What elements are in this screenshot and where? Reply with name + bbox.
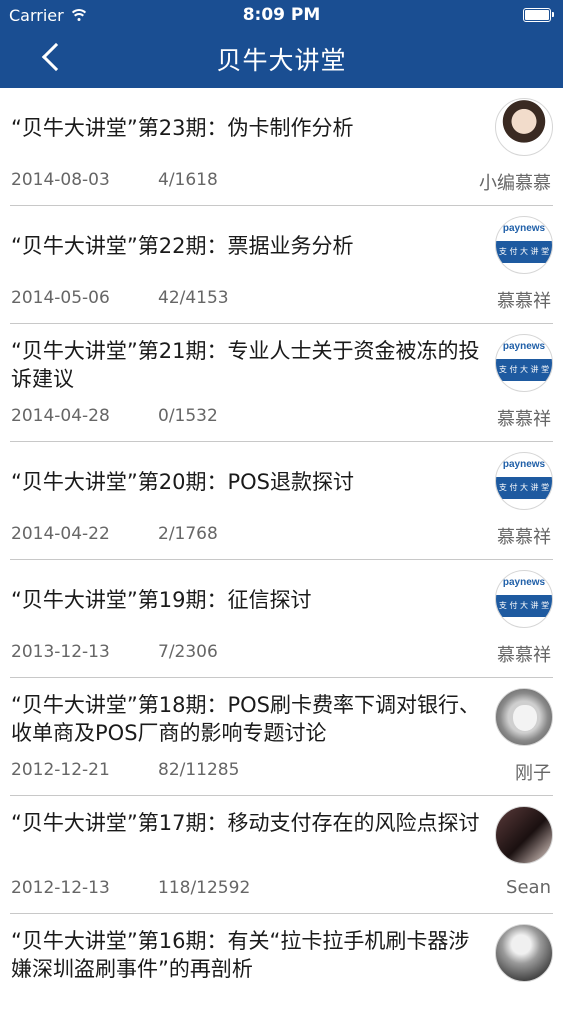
paynews-avatar: paynews 支 付 大 讲 堂: [495, 570, 553, 628]
paynews-logo-subtext: 支 付 大 讲 堂: [496, 477, 552, 499]
item-date: 2014-04-22: [11, 524, 110, 544]
paynews-logo-subtext: 支 付 大 讲 堂: [496, 359, 552, 381]
list-item[interactable]: “贝牛大讲堂”第20期：POS退款探讨 2014-04-22 2/1768 慕慕…: [0, 442, 563, 560]
app-header: Carrier 8:09 PM 贝牛大讲堂: [0, 0, 563, 88]
item-author: 小编慕慕: [479, 173, 551, 194]
list-item[interactable]: “贝牛大讲堂”第22期：票据业务分析 2014-05-06 42/4153 慕慕…: [0, 206, 563, 324]
list-item[interactable]: “贝牛大讲堂”第16期：有关“拉卡拉手机刷卡器涉嫌深圳盗刷事件”的再剖析: [0, 914, 563, 1032]
item-title: “贝牛大讲堂”第16期：有关“拉卡拉手机刷卡器涉嫌深圳盗刷事件”的再剖析: [11, 929, 470, 981]
page-title: 贝牛大讲堂: [216, 46, 347, 75]
paynews-avatar: paynews 支 付 大 讲 堂: [495, 334, 553, 392]
apple-avatar: [495, 688, 553, 746]
item-date: 2014-05-06: [11, 288, 110, 308]
list-item[interactable]: “贝牛大讲堂”第21期：专业人士关于资金被冻的投诉建议 2014-04-28 0…: [0, 324, 563, 442]
item-date: 2014-04-28: [11, 406, 110, 426]
item-date: 2014-08-03: [11, 170, 110, 190]
paynews-logo-text: paynews: [502, 223, 546, 234]
paynews-logo-text: paynews: [502, 341, 546, 352]
paynews-avatar: paynews 支 付 大 讲 堂: [495, 216, 553, 274]
paynews-logo-text: paynews: [502, 459, 546, 470]
lecture-list: “贝牛大讲堂”第23期：伪卡制作分析 2014-08-03 4/1618 小编慕…: [0, 88, 563, 1032]
paynews-avatar: paynews 支 付 大 讲 堂: [495, 452, 553, 510]
item-date: 2012-12-13: [11, 878, 110, 898]
item-reply-view-count: 2/1768: [158, 524, 218, 544]
item-title: “贝牛大讲堂”第19期：征信探讨: [11, 588, 312, 612]
status-time: 8:09 PM: [242, 5, 321, 25]
robot-avatar: [495, 924, 553, 982]
item-title: “贝牛大讲堂”第22期：票据业务分析: [11, 234, 354, 258]
item-author: 慕慕祥: [497, 291, 551, 312]
status-bar: Carrier 8:09 PM: [0, 0, 563, 30]
item-author: 慕慕祥: [497, 409, 551, 430]
item-author: 刚子: [515, 763, 551, 784]
paynews-logo-subtext: 支 付 大 讲 堂: [496, 241, 552, 263]
item-author: Sean: [506, 877, 551, 898]
item-author: 慕慕祥: [497, 527, 551, 548]
item-reply-view-count: 7/2306: [158, 642, 218, 662]
nav-bar: 贝牛大讲堂: [0, 30, 563, 88]
item-reply-view-count: 82/11285: [158, 760, 240, 780]
list-item[interactable]: “贝牛大讲堂”第23期：伪卡制作分析 2014-08-03 4/1618 小编慕…: [0, 88, 563, 206]
item-reply-view-count: 4/1618: [158, 170, 218, 190]
item-title: “贝牛大讲堂”第18期：POS刷卡费率下调对银行、收单商及POS厂商的影响专题讨…: [11, 693, 481, 745]
item-title: “贝牛大讲堂”第20期：POS退款探讨: [11, 470, 355, 494]
battery-icon: [523, 8, 554, 22]
item-date: 2013-12-13: [11, 642, 110, 662]
woman-avatar: [495, 98, 553, 156]
list-item[interactable]: “贝牛大讲堂”第19期：征信探讨 2013-12-13 7/2306 慕慕祥 p…: [0, 560, 563, 678]
apple-logo-icon: [513, 705, 537, 731]
item-reply-view-count: 118/12592: [158, 878, 251, 898]
item-title: “贝牛大讲堂”第21期：专业人士关于资金被冻的投诉建议: [11, 339, 480, 391]
paynews-logo-subtext: 支 付 大 讲 堂: [496, 595, 552, 617]
list-item[interactable]: “贝牛大讲堂”第18期：POS刷卡费率下调对银行、收单商及POS厂商的影响专题讨…: [0, 678, 563, 796]
item-reply-view-count: 42/4153: [158, 288, 229, 308]
item-title: “贝牛大讲堂”第17期：移动支付存在的风险点探讨: [11, 811, 480, 835]
dark-avatar: [495, 806, 553, 864]
paynews-logo-text: paynews: [502, 577, 546, 588]
list-item[interactable]: “贝牛大讲堂”第17期：移动支付存在的风险点探讨 2012-12-13 118/…: [0, 796, 563, 914]
item-author: 慕慕祥: [497, 645, 551, 666]
item-date: 2012-12-21: [11, 760, 110, 780]
item-reply-view-count: 0/1532: [158, 406, 218, 426]
item-title: “贝牛大讲堂”第23期：伪卡制作分析: [11, 116, 354, 140]
